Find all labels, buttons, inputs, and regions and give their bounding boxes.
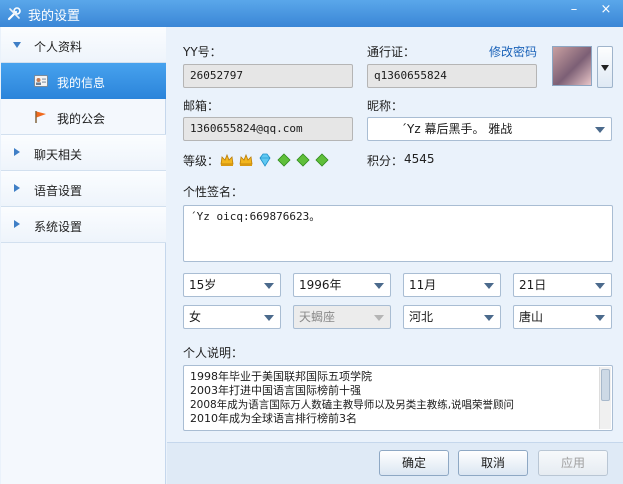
chevron-down-icon xyxy=(595,315,605,321)
bio-line: 2008年成为语言国际万人数磕主教导师以及另类主教练,说唱荣誉顾问 xyxy=(190,399,515,411)
birth-year-select[interactable]: 1996年 xyxy=(293,273,391,297)
chevron-down-icon xyxy=(13,42,21,48)
sidebar-item-label: 我的信息 xyxy=(57,76,106,90)
chevron-down-icon xyxy=(374,283,384,289)
chevron-down-icon xyxy=(264,315,274,321)
chevron-down-icon xyxy=(595,283,605,289)
email-label: 邮箱： xyxy=(183,99,220,113)
sidebar-section-profile[interactable]: 个人资料 xyxy=(1,27,166,63)
minimize-button[interactable]: – xyxy=(560,0,588,22)
diamond-icon xyxy=(259,153,271,167)
province-select[interactable]: 河北 xyxy=(403,305,501,329)
nickname-select[interactable]: ´Yz 幕后黑手。 雅战 xyxy=(367,117,612,141)
avatar[interactable] xyxy=(552,46,592,86)
points-value: 4545 xyxy=(404,152,435,166)
chevron-down-icon xyxy=(484,283,494,289)
bio-input[interactable]: 1998年毕业于美国联邦国际五项学院 2003年打进中国语言国际榜前十强 200… xyxy=(183,365,613,431)
chevron-down-icon xyxy=(374,315,384,321)
chevron-right-icon xyxy=(14,148,20,156)
window-title: 我的设置 xyxy=(28,9,81,24)
nickname-label: 昵称： xyxy=(367,99,404,113)
flag-icon xyxy=(35,111,46,123)
sidebar-item-label: 我的公会 xyxy=(57,112,106,126)
sidebar-section-system[interactable]: 系统设置 xyxy=(1,207,166,243)
chevron-down-icon xyxy=(484,315,494,321)
sidebar-item-my-info[interactable]: 我的信息 xyxy=(1,63,166,99)
passport-label: 通行证： xyxy=(367,45,416,59)
nickname-value: ´Yz 幕后黑手。 雅战 xyxy=(401,122,513,136)
passport-field: q1360655824 xyxy=(367,64,537,88)
sidebar-section-label: 个人资料 xyxy=(34,40,83,54)
bio-line: 1998年毕业于美国联邦国际五项学院 xyxy=(190,370,372,383)
leaf-icon xyxy=(296,153,310,167)
sidebar-section-label: 语音设置 xyxy=(34,184,83,198)
bio-line: 2003年打进中国语言国际榜前十强 xyxy=(190,384,361,397)
crown-icon xyxy=(220,153,234,166)
bio-label: 个人说明： xyxy=(183,346,244,360)
gender-select[interactable]: 女 xyxy=(183,305,281,329)
yy-label: YY号： xyxy=(183,45,222,59)
level-label: 等级： xyxy=(183,154,220,168)
leaf-icon xyxy=(315,153,329,167)
change-password-link[interactable]: 修改密码 xyxy=(489,43,537,60)
signature-input[interactable]: ´Yz oicq:669876623。 xyxy=(183,205,613,262)
chevron-right-icon xyxy=(14,184,20,192)
id-card-icon xyxy=(34,75,48,87)
chevron-down-icon xyxy=(264,283,274,289)
sidebar-item-my-guild[interactable]: 我的公会 xyxy=(1,99,166,135)
close-button[interactable]: × xyxy=(592,0,620,22)
chevron-right-icon xyxy=(14,220,20,228)
tools-icon xyxy=(7,7,21,21)
city-select[interactable]: 唐山 xyxy=(513,305,612,329)
age-select[interactable]: 15岁 xyxy=(183,273,281,297)
dialog-button-bar: 确定 取消 应用 xyxy=(167,442,623,484)
zodiac-select: 天蝎座 xyxy=(293,305,391,329)
sidebar-section-label: 系统设置 xyxy=(34,220,83,234)
ok-button[interactable]: 确定 xyxy=(379,450,449,476)
apply-button[interactable]: 应用 xyxy=(538,450,608,476)
profile-panel: YY号： 26052797 通行证： 修改密码 q1360655824 邮箱： … xyxy=(167,27,623,484)
yy-number-field: 26052797 xyxy=(183,64,353,88)
avatar-dropdown-button[interactable] xyxy=(597,46,613,88)
bio-line: 2010年成为全球语言排行榜前3名 xyxy=(190,412,357,425)
signature-label: 个性签名： xyxy=(183,185,244,199)
email-field: 1360655824@qq.com xyxy=(183,117,353,141)
title-bar: 我的设置 – × xyxy=(0,0,623,27)
scrollbar-thumb[interactable] xyxy=(601,369,610,401)
birth-day-select[interactable]: 21日 xyxy=(513,273,612,297)
sidebar-section-label: 聊天相关 xyxy=(34,148,83,162)
signature-text: ´Yz oicq:669876623。 xyxy=(190,210,321,223)
sidebar-section-chat[interactable]: 聊天相关 xyxy=(1,135,166,171)
birth-month-select[interactable]: 11月 xyxy=(403,273,501,297)
bio-scrollbar[interactable] xyxy=(599,367,611,429)
sidebar-section-voice[interactable]: 语音设置 xyxy=(1,171,166,207)
crown-icon xyxy=(239,153,253,166)
chevron-down-icon xyxy=(595,127,605,133)
sidebar: 个人资料 我的信息 我的公会 聊天相关 语音设置 系统设置 xyxy=(1,27,166,484)
points-label: 积分： xyxy=(367,154,404,168)
leaf-icon xyxy=(277,153,291,167)
cancel-button[interactable]: 取消 xyxy=(458,450,528,476)
